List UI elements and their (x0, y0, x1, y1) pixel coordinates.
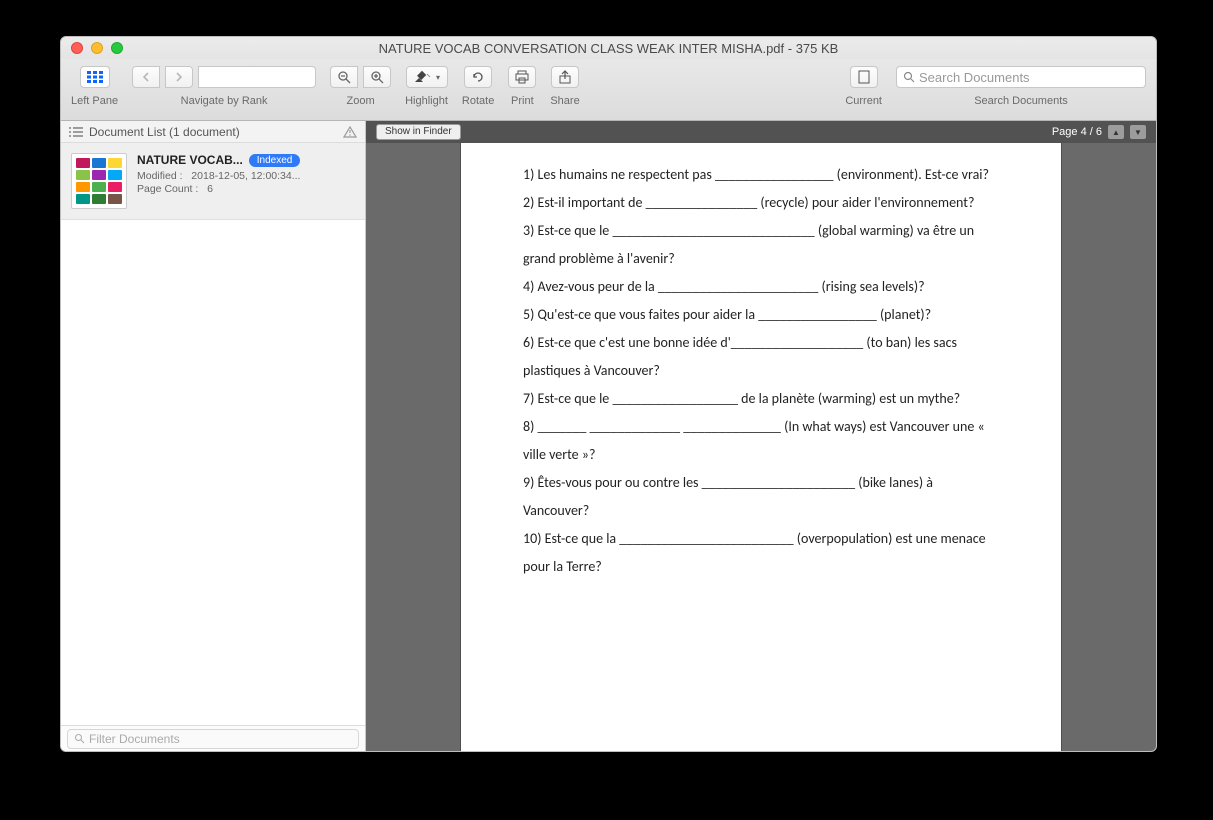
highlighter-icon (413, 70, 433, 84)
zoom-in-icon (370, 70, 384, 84)
pagecount-label: Page Count : (137, 183, 198, 195)
highlight-group: ▾ Highlight (405, 63, 448, 107)
print-button[interactable] (508, 66, 536, 88)
modified-label: Modified : (137, 170, 183, 182)
page-indicator: Page 4 / 6 (1052, 126, 1102, 138)
left-pane-label: Left Pane (71, 95, 118, 107)
document-line: 10) Est-ce que la ______________________… (523, 525, 999, 581)
printer-icon (515, 70, 529, 84)
highlight-label: Highlight (405, 95, 448, 107)
search-icon (74, 733, 85, 744)
grid-icon (87, 71, 103, 83)
sidebar-empty-area (61, 220, 365, 725)
zoom-out-icon (337, 70, 351, 84)
body: Document List (1 document) NATURE VOCAB.… (61, 121, 1156, 751)
print-group: Print (508, 63, 536, 107)
document-thumbnail (71, 153, 127, 209)
app-window: NATURE VOCAB CONVERSATION CLASS WEAK INT… (60, 36, 1157, 752)
list-icon (69, 126, 83, 138)
close-window-button[interactable] (71, 42, 83, 54)
pdf-page: 1) Les humains ne respectent pas _______… (461, 143, 1061, 751)
navigate-group: Navigate by Rank (132, 63, 316, 107)
page-up-button[interactable]: ▲ (1108, 125, 1124, 139)
warning-icon[interactable] (343, 126, 357, 138)
highlight-button[interactable]: ▾ (406, 66, 448, 88)
chevron-down-icon: ▾ (436, 73, 440, 82)
search-input[interactable]: Search Documents (896, 66, 1146, 88)
modified-value: 2018-12-05, 12:00:34... (191, 170, 300, 182)
window-title: NATURE VOCAB CONVERSATION CLASS WEAK INT… (61, 41, 1156, 56)
document-line: 2) Est-il important de ________________ … (523, 189, 999, 217)
document-icon (858, 70, 870, 84)
document-line: 6) Est-ce que c'est une bonne idée d'___… (523, 329, 999, 385)
document-title: NATURE VOCAB... (137, 153, 243, 167)
document-line: 7) Est-ce que le __________________ de l… (523, 385, 999, 413)
sidebar-header-text: Document List (1 document) (89, 125, 240, 139)
toolbar: Left Pane Navigate by Rank (61, 59, 1156, 121)
filter-bar: Filter Documents (61, 725, 365, 751)
rotate-label: Rotate (462, 95, 494, 107)
zoom-group: Zoom (330, 63, 391, 107)
zoom-label: Zoom (347, 95, 375, 107)
document-line: 8) _______ _____________ ______________ … (523, 413, 999, 469)
filter-input[interactable]: Filter Documents (67, 729, 359, 749)
filter-placeholder: Filter Documents (89, 732, 180, 746)
document-line: 4) Avez-vous peur de la ________________… (523, 273, 999, 301)
page-surface[interactable]: 1) Les humains ne respectent pas _______… (366, 143, 1156, 751)
rotate-icon (471, 70, 485, 84)
share-group: Share (550, 63, 579, 107)
current-label: Current (845, 95, 882, 107)
titlebar: NATURE VOCAB CONVERSATION CLASS WEAK INT… (61, 37, 1156, 59)
triangle-down-icon: ▼ (1134, 128, 1142, 137)
sidebar-header: Document List (1 document) (61, 121, 365, 143)
document-line: 5) Qu'est-ce que vous faites pour aider … (523, 301, 999, 329)
triangle-up-icon: ▲ (1112, 128, 1120, 137)
zoom-window-button[interactable] (111, 42, 123, 54)
traffic-lights (71, 42, 123, 54)
document-line: 1) Les humains ne respectent pas _______… (523, 161, 999, 189)
nav-prev-button[interactable] (132, 66, 160, 88)
document-line: 3) Est-ce que le _______________________… (523, 217, 999, 273)
nav-rank-field[interactable] (198, 66, 316, 88)
current-button[interactable] (850, 66, 878, 88)
rotate-button[interactable] (464, 66, 492, 88)
share-icon (558, 70, 572, 84)
share-button[interactable] (551, 66, 579, 88)
chevron-right-icon (175, 72, 183, 82)
zoom-in-button[interactable] (363, 66, 391, 88)
search-label: Search Documents (974, 95, 1068, 107)
document-list-item[interactable]: NATURE VOCAB... Indexed Modified : 2018-… (61, 143, 365, 220)
page-down-button[interactable]: ▼ (1130, 125, 1146, 139)
indexed-badge: Indexed (249, 154, 301, 167)
share-label: Share (550, 95, 579, 107)
nav-next-button[interactable] (165, 66, 193, 88)
search-icon (903, 71, 915, 83)
minimize-window-button[interactable] (91, 42, 103, 54)
document-line: 9) Êtes-vous pour ou contre les ________… (523, 469, 999, 525)
zoom-out-button[interactable] (330, 66, 358, 88)
search-placeholder: Search Documents (919, 70, 1030, 85)
navigate-label: Navigate by Rank (181, 95, 268, 107)
sidebar: Document List (1 document) NATURE VOCAB.… (61, 121, 366, 751)
show-in-finder-button[interactable]: Show in Finder (376, 124, 461, 140)
print-label: Print (511, 95, 534, 107)
viewer-topbar: Show in Finder Page 4 / 6 ▲ ▼ (366, 121, 1156, 143)
search-group: Search Documents Search Documents (896, 63, 1146, 107)
pagecount-value: 6 (207, 183, 213, 195)
left-pane-toggle[interactable] (80, 66, 110, 88)
viewer: Show in Finder Page 4 / 6 ▲ ▼ 1) Les hum… (366, 121, 1156, 751)
left-pane-group: Left Pane (71, 63, 118, 107)
document-meta: NATURE VOCAB... Indexed Modified : 2018-… (137, 153, 355, 209)
current-group: Current (845, 63, 882, 107)
chevron-left-icon (142, 72, 150, 82)
rotate-group: Rotate (462, 63, 494, 107)
